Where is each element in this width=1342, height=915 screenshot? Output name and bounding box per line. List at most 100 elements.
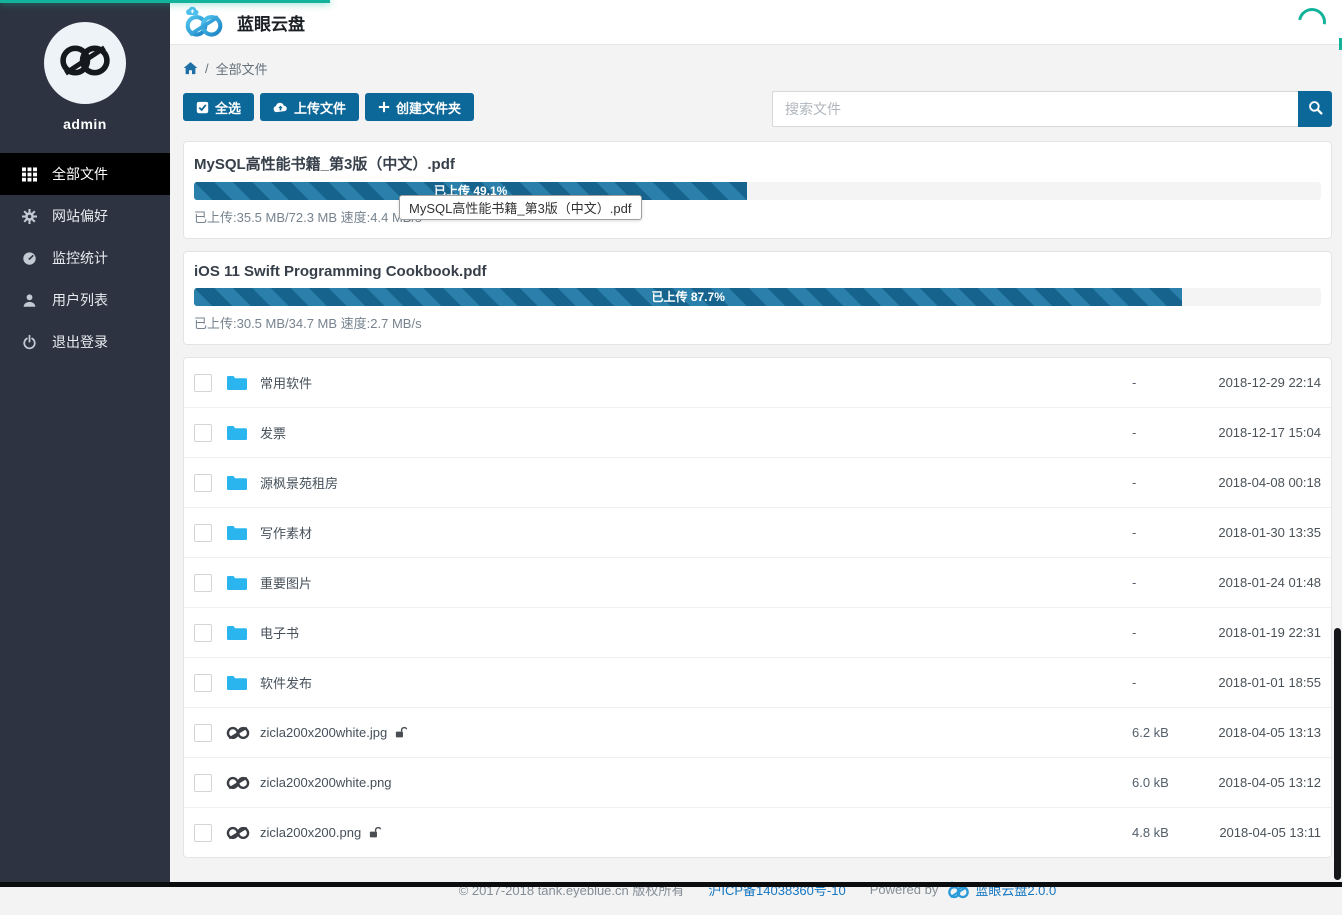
dashboard-icon <box>21 250 37 266</box>
sidebar-item-user-list[interactable]: 用户列表 <box>0 279 170 321</box>
scrollbar-thumb[interactable] <box>1334 628 1341 880</box>
upload-progress-label: 已上传 87.7% <box>194 288 1182 306</box>
file-row[interactable]: 电子书 - 2018-01-19 22:31 <box>184 607 1331 657</box>
file-size: 6.0 kB <box>1132 775 1178 790</box>
file-name[interactable]: zicla200x200white.jpg <box>260 725 387 740</box>
file-row[interactable]: 重要图片 - 2018-01-24 01:48 <box>184 557 1331 607</box>
upload-tooltip: MySQL高性能书籍_第3版（中文）.pdf <box>399 195 642 220</box>
sidebar-item-site-pref[interactable]: 网站偏好 <box>0 195 170 237</box>
file-date: 2018-04-08 00:18 <box>1178 475 1321 490</box>
file-row[interactable]: 常用软件 - 2018-12-29 22:14 <box>184 358 1331 407</box>
file-row[interactable]: zicla200x200white.png 6.0 kB 2018-04-05 … <box>184 757 1331 807</box>
upload-panel: iOS 11 Swift Programming Cookbook.pdf 已上… <box>183 251 1332 345</box>
file-list: 常用软件 - 2018-12-29 22:14 发票 - 2018-12-17 … <box>183 357 1332 858</box>
header: 蓝眼云盘 <box>170 0 1342 45</box>
footer: © 2017-2018 tank.eyeblue.cn 版权所有 沪ICP备14… <box>183 870 1332 915</box>
file-size: - <box>1132 425 1178 440</box>
file-row[interactable]: 写作素材 - 2018-01-30 13:35 <box>184 507 1331 557</box>
lock-open-icon <box>395 726 408 739</box>
search-input[interactable] <box>772 91 1298 127</box>
search-icon <box>1308 100 1323 118</box>
file-name[interactable]: 电子书 <box>260 623 299 642</box>
loading-spinner-icon <box>1293 3 1332 42</box>
search-button[interactable] <box>1298 91 1332 127</box>
file-date: 2018-12-29 22:14 <box>1178 375 1321 390</box>
file-name[interactable]: zicla200x200.png <box>260 825 361 840</box>
search-box <box>772 91 1332 127</box>
file-row[interactable]: 源枫景苑租房 - 2018-04-08 00:18 <box>184 457 1331 507</box>
file-date: 2018-12-17 15:04 <box>1178 425 1321 440</box>
upload-detail: 已上传:30.5 MB/34.7 MB 速度:2.7 MB/s <box>194 313 1321 332</box>
sidebar-item-logout[interactable]: 退出登录 <box>0 321 170 363</box>
row-checkbox[interactable] <box>194 724 212 742</box>
file-row[interactable]: 发票 - 2018-12-17 15:04 <box>184 407 1331 457</box>
breadcrumb-separator: / <box>205 61 209 76</box>
file-date: 2018-04-05 13:11 <box>1178 825 1321 840</box>
user-icon <box>21 292 37 308</box>
sidebar-nav: 全部文件 网站偏好 监控统计 用户列表 退出登录 <box>0 153 170 363</box>
file-date: 2018-01-01 18:55 <box>1178 675 1321 690</box>
file-date: 2018-01-30 13:35 <box>1178 525 1321 540</box>
folder-icon <box>226 425 252 441</box>
folder-icon <box>226 625 252 641</box>
upload-panels: MySQL高性能书籍_第3版（中文）.pdf 已上传 49.1% 已上传:35.… <box>183 141 1332 345</box>
file-size: 4.8 kB <box>1132 825 1178 840</box>
file-name[interactable]: zicla200x200white.png <box>260 775 392 790</box>
upload-progress-bar: 已上传 87.7% <box>194 288 1321 306</box>
file-date: 2018-01-24 01:48 <box>1178 575 1321 590</box>
row-checkbox[interactable] <box>194 624 212 642</box>
sidebar: admin 全部文件 网站偏好 监控统计 用户列表 退出登录 <box>0 0 170 887</box>
row-checkbox[interactable] <box>194 474 212 492</box>
row-checkbox[interactable] <box>194 374 212 392</box>
sidebar-item-monitor[interactable]: 监控统计 <box>0 237 170 279</box>
row-checkbox[interactable] <box>194 574 212 592</box>
home-icon[interactable] <box>183 61 198 76</box>
sidebar-item-all-files[interactable]: 全部文件 <box>0 153 170 195</box>
create-folder-button[interactable]: 创建文件夹 <box>365 93 474 121</box>
row-checkbox[interactable] <box>194 824 212 842</box>
toolbar-row: 全选 上传文件 创建文件夹 <box>183 91 1332 127</box>
power-icon <box>21 334 37 350</box>
file-thumbnail-icon <box>226 726 252 740</box>
upload-file-button[interactable]: 上传文件 <box>260 93 359 121</box>
upload-filename: iOS 11 Swift Programming Cookbook.pdf <box>194 263 1321 280</box>
upload-progress-fill: 已上传 87.7% <box>194 288 1182 306</box>
file-size: 6.2 kB <box>1132 725 1178 740</box>
plus-icon <box>378 101 390 113</box>
file-name[interactable]: 常用软件 <box>260 373 312 392</box>
upload-filename: MySQL高性能书籍_第3版（中文）.pdf <box>194 153 1321 174</box>
select-all-button[interactable]: 全选 <box>183 93 254 121</box>
file-name[interactable]: 发票 <box>260 423 286 442</box>
row-checkbox[interactable] <box>194 524 212 542</box>
file-date: 2018-01-19 22:31 <box>1178 625 1321 640</box>
folder-icon <box>226 525 252 541</box>
file-name[interactable]: 软件发布 <box>260 673 312 692</box>
avatar <box>44 22 126 104</box>
file-name[interactable]: 重要图片 <box>260 573 312 592</box>
row-checkbox[interactable] <box>194 774 212 792</box>
folder-icon <box>226 575 252 591</box>
file-row[interactable]: 软件发布 - 2018-01-01 18:55 <box>184 657 1331 707</box>
check-square-icon <box>196 101 209 114</box>
file-size: - <box>1132 575 1178 590</box>
row-checkbox[interactable] <box>194 424 212 442</box>
folder-icon <box>226 675 252 691</box>
file-name[interactable]: 写作素材 <box>260 523 312 542</box>
upload-panel: MySQL高性能书籍_第3版（中文）.pdf 已上传 49.1% 已上传:35.… <box>183 141 1332 239</box>
breadcrumb-current: 全部文件 <box>216 59 268 78</box>
file-date: 2018-04-05 13:13 <box>1178 725 1321 740</box>
row-checkbox[interactable] <box>194 674 212 692</box>
folder-icon <box>226 475 252 491</box>
select-all-label: 全选 <box>215 98 241 117</box>
main-area: 蓝眼云盘 / 全部文件 全选 上传文件 创建文件夹 <box>170 0 1342 887</box>
file-name[interactable]: 源枫景苑租房 <box>260 473 338 492</box>
file-size: - <box>1132 375 1178 390</box>
grid-icon <box>21 166 37 182</box>
file-size: - <box>1132 475 1178 490</box>
avatar-infinity-logo-icon <box>57 42 113 84</box>
file-row[interactable]: zicla200x200.png 4.8 kB 2018-04-05 13:11 <box>184 807 1331 857</box>
brand-logo-icon[interactable] <box>182 6 226 38</box>
file-row[interactable]: zicla200x200white.jpg 6.2 kB 2018-04-05 … <box>184 707 1331 757</box>
file-size: - <box>1132 675 1178 690</box>
upload-progress-bar: 已上传 49.1% <box>194 182 1321 200</box>
